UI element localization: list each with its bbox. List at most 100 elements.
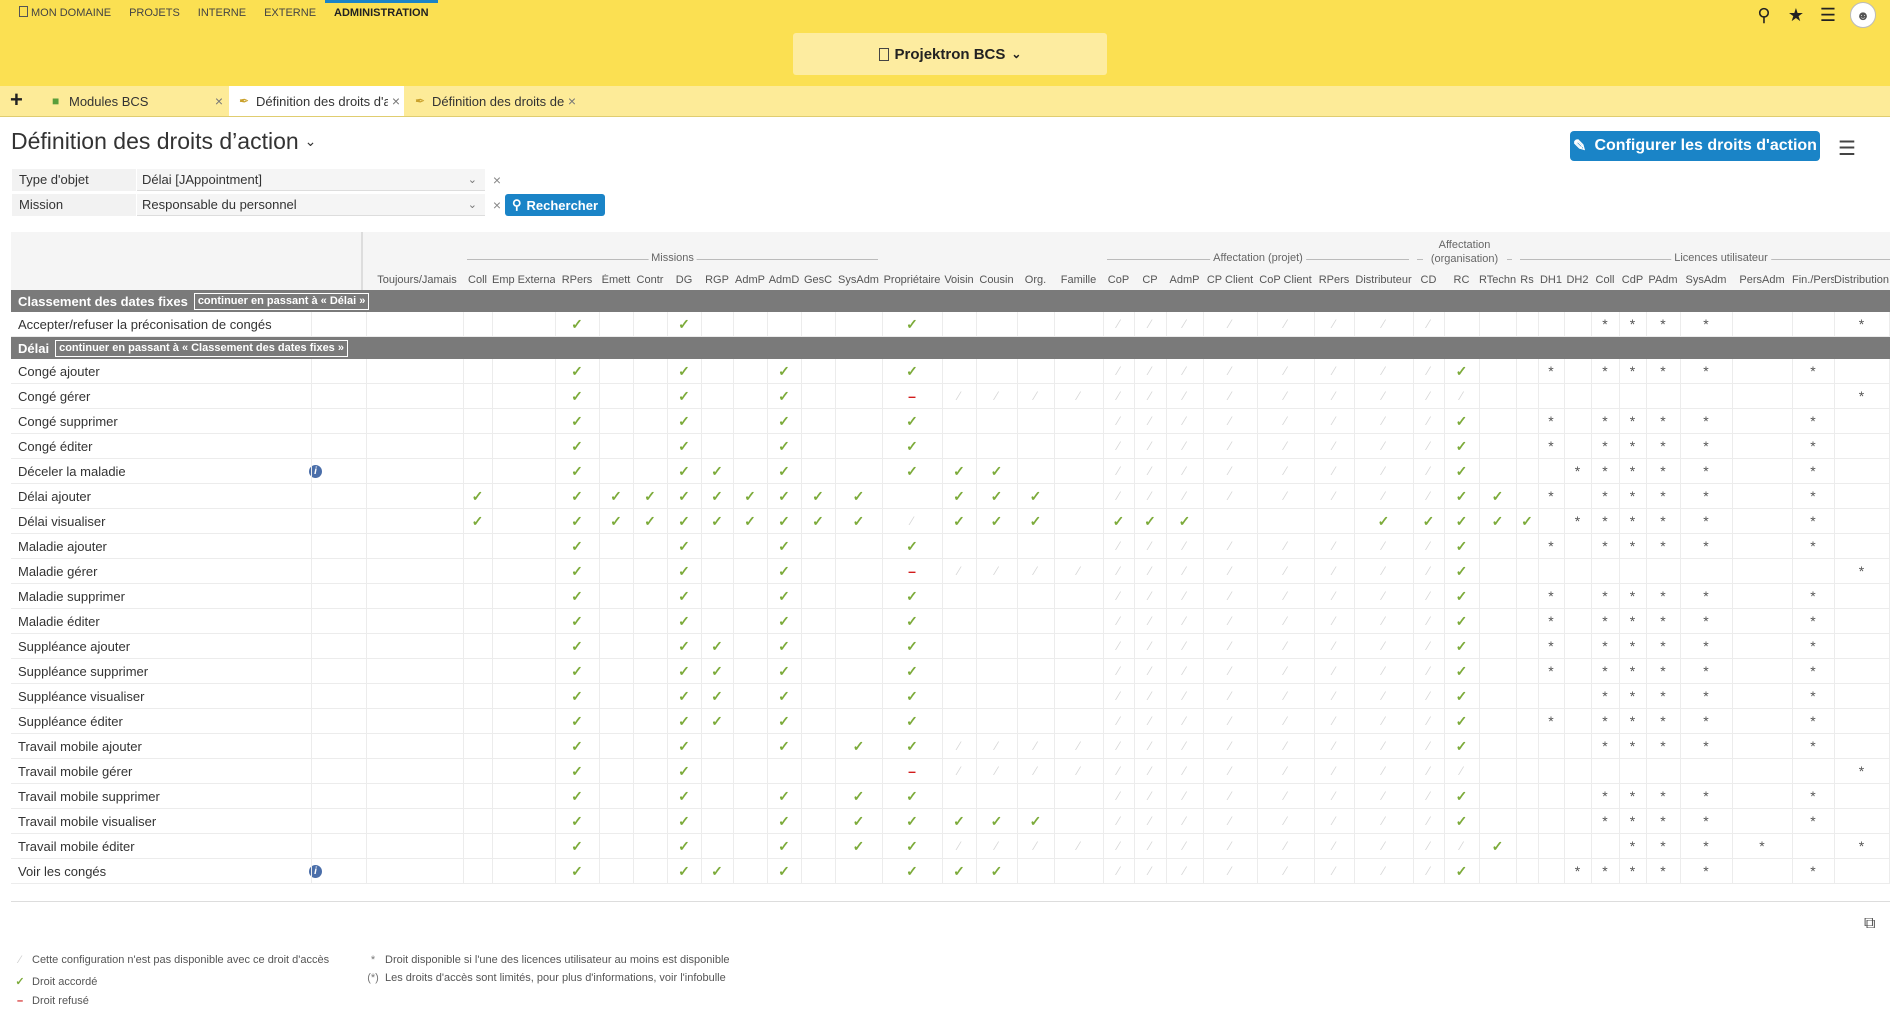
unavailable-icon[interactable]: ⁄ (1314, 609, 1354, 634)
check-icon[interactable]: ✓ (767, 534, 801, 559)
check-icon[interactable]: ✓ (1103, 509, 1134, 534)
unavailable-icon[interactable]: ⁄ (1134, 659, 1166, 684)
license-star-icon[interactable]: * (1538, 484, 1564, 509)
license-star-icon[interactable]: * (1792, 634, 1834, 659)
check-icon[interactable]: ✓ (555, 312, 599, 337)
unavailable-icon[interactable]: ⁄ (1444, 759, 1479, 784)
unavailable-icon[interactable]: ⁄ (1166, 784, 1203, 809)
unavailable-icon[interactable]: ⁄ (1257, 534, 1314, 559)
unavailable-icon[interactable]: ⁄ (1257, 709, 1314, 734)
check-icon[interactable]: ✓ (667, 434, 701, 459)
license-star-icon[interactable]: * (1792, 684, 1834, 709)
license-star-icon[interactable]: * (1732, 834, 1792, 859)
unavailable-icon[interactable]: ⁄ (1257, 659, 1314, 684)
check-icon[interactable]: ✓ (1444, 859, 1479, 884)
unavailable-icon[interactable]: ⁄ (1354, 809, 1413, 834)
unavailable-icon[interactable]: ⁄ (1166, 634, 1203, 659)
check-icon[interactable]: ✓ (767, 659, 801, 684)
unavailable-icon[interactable]: ⁄ (1203, 759, 1257, 784)
denied-icon[interactable]: – (882, 559, 942, 584)
unavailable-icon[interactable]: ⁄ (1314, 312, 1354, 337)
unavailable-icon[interactable]: ⁄ (1054, 734, 1103, 759)
license-star-icon[interactable]: * (1646, 809, 1680, 834)
check-icon[interactable]: ✓ (767, 684, 801, 709)
check-icon[interactable]: ✓ (1479, 834, 1516, 859)
license-star-icon[interactable]: * (1538, 434, 1564, 459)
check-icon[interactable]: ✓ (835, 509, 882, 534)
unavailable-icon[interactable]: ⁄ (1134, 709, 1166, 734)
check-icon[interactable]: ✓ (1444, 534, 1479, 559)
unavailable-icon[interactable]: ⁄ (1314, 809, 1354, 834)
unavailable-icon[interactable]: ⁄ (1413, 734, 1444, 759)
column-header[interactable]: AdmD (767, 274, 801, 288)
license-star-icon[interactable]: * (1680, 509, 1732, 534)
license-star-icon[interactable]: * (1619, 659, 1646, 684)
unavailable-icon[interactable]: ⁄ (1314, 659, 1354, 684)
unavailable-icon[interactable]: ⁄ (942, 734, 976, 759)
check-icon[interactable]: ✓ (976, 859, 1017, 884)
check-icon[interactable]: ✓ (555, 384, 599, 409)
column-header[interactable]: CoP Client (1257, 274, 1314, 288)
unavailable-icon[interactable]: ⁄ (1257, 859, 1314, 884)
license-star-icon[interactable]: * (1591, 859, 1619, 884)
check-icon[interactable]: ✓ (555, 484, 599, 509)
license-star-icon[interactable]: * (1680, 312, 1732, 337)
check-icon[interactable]: ✓ (667, 409, 701, 434)
unavailable-icon[interactable]: ⁄ (942, 559, 976, 584)
unavailable-icon[interactable]: ⁄ (1203, 484, 1257, 509)
unavailable-icon[interactable]: ⁄ (942, 384, 976, 409)
unavailable-icon[interactable]: ⁄ (1257, 409, 1314, 434)
license-star-icon[interactable]: * (1538, 584, 1564, 609)
unavailable-icon[interactable]: ⁄ (1413, 659, 1444, 684)
unavailable-icon[interactable]: ⁄ (1203, 359, 1257, 384)
check-icon[interactable]: ✓ (835, 734, 882, 759)
column-header[interactable]: AdmP (733, 274, 767, 288)
check-icon[interactable]: ✓ (767, 384, 801, 409)
check-icon[interactable]: ✓ (1516, 509, 1538, 534)
license-star-icon[interactable]: * (1591, 684, 1619, 709)
close-icon[interactable]: × (564, 93, 580, 109)
unavailable-icon[interactable]: ⁄ (1134, 809, 1166, 834)
export-icon[interactable]: ⧉ (1864, 915, 1875, 933)
check-icon[interactable]: ✓ (767, 859, 801, 884)
check-icon[interactable]: ✓ (767, 459, 801, 484)
column-header[interactable]: RPers (555, 274, 599, 288)
unavailable-icon[interactable]: ⁄ (1354, 559, 1413, 584)
check-icon[interactable]: ✓ (1444, 784, 1479, 809)
unavailable-icon[interactable]: ⁄ (1166, 609, 1203, 634)
column-header[interactable]: RGP (701, 274, 733, 288)
column-header[interactable]: DH2 (1564, 274, 1591, 288)
license-star-icon[interactable]: * (1680, 659, 1732, 684)
license-star-icon[interactable]: * (1646, 509, 1680, 534)
project-selector[interactable]: Projektron BCS ⌄ (793, 33, 1107, 75)
check-icon[interactable]: ✓ (701, 684, 733, 709)
unavailable-icon[interactable]: ⁄ (1134, 684, 1166, 709)
license-star-icon[interactable]: * (1564, 859, 1591, 884)
column-header[interactable]: SysAdm (1680, 274, 1732, 288)
column-header[interactable]: CP Client (1203, 274, 1257, 288)
check-icon[interactable]: ✓ (1134, 509, 1166, 534)
star-icon[interactable]: ★ (1786, 5, 1806, 26)
license-star-icon[interactable]: * (1591, 659, 1619, 684)
check-icon[interactable]: ✓ (555, 759, 599, 784)
check-icon[interactable]: ✓ (767, 609, 801, 634)
check-icon[interactable]: ✓ (976, 484, 1017, 509)
unavailable-icon[interactable]: ⁄ (1103, 809, 1134, 834)
unavailable-icon[interactable]: ⁄ (1103, 384, 1134, 409)
unavailable-icon[interactable]: ⁄ (1257, 559, 1314, 584)
check-icon[interactable]: ✓ (667, 584, 701, 609)
column-header[interactable]: CoP (1103, 274, 1134, 288)
license-star-icon[interactable]: * (1591, 709, 1619, 734)
check-icon[interactable]: ✓ (882, 534, 942, 559)
unavailable-icon[interactable]: ⁄ (1314, 384, 1354, 409)
unavailable-icon[interactable]: ⁄ (1354, 459, 1413, 484)
unavailable-icon[interactable]: ⁄ (1257, 459, 1314, 484)
unavailable-icon[interactable]: ⁄ (1354, 609, 1413, 634)
check-icon[interactable]: ✓ (555, 784, 599, 809)
column-header[interactable]: PersAdm (1732, 274, 1792, 288)
check-icon[interactable]: ✓ (701, 459, 733, 484)
check-icon[interactable]: ✓ (555, 459, 599, 484)
check-icon[interactable]: ✓ (667, 509, 701, 534)
license-star-icon[interactable]: * (1680, 834, 1732, 859)
license-star-icon[interactable]: * (1792, 659, 1834, 684)
